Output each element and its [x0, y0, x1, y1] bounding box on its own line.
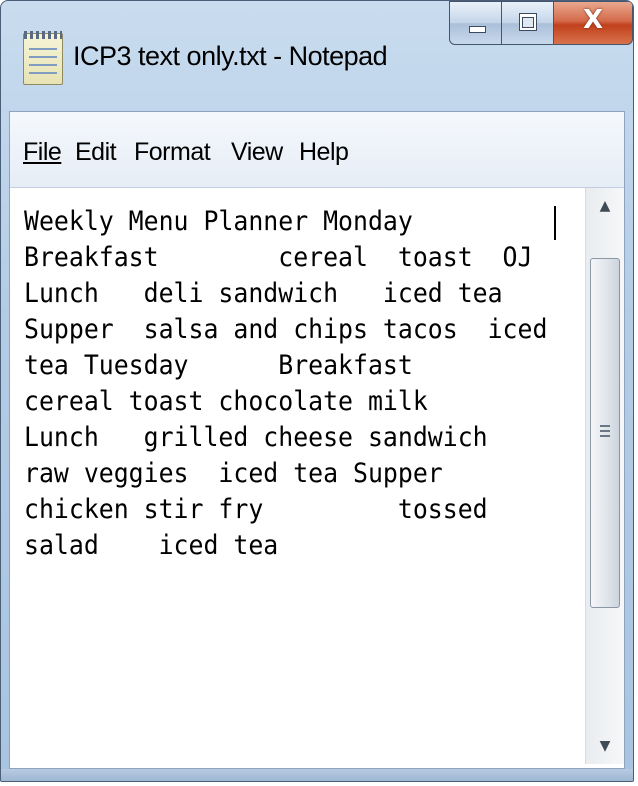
- menu-format-label: Format: [134, 138, 211, 166]
- text-line: salad iced tea: [24, 530, 279, 561]
- text-line: Lunch grilled cheese sandwich: [24, 422, 488, 453]
- title-bar[interactable]: ICP3 text only.txt - Notepad X: [1, 1, 633, 111]
- text-line: Weekly Menu Planner Monday: [24, 206, 413, 237]
- arrow-up-icon[interactable]: ▲: [586, 188, 624, 224]
- close-button[interactable]: X: [553, 1, 633, 45]
- menu-help[interactable]: Help: [299, 138, 349, 167]
- text-line: tea Tuesday Breakfast: [24, 350, 413, 381]
- menu-file-label: File: [23, 138, 62, 166]
- text-line: chicken stir fry tossed: [24, 494, 488, 525]
- text-line: Supper salsa and chips tacos iced: [24, 314, 548, 345]
- text-line: Lunch deli sandwich iced tea: [24, 278, 503, 309]
- client-area: File Edit Format View Help Weekly Menu P…: [9, 111, 625, 769]
- menu-edit-label: Edit: [75, 138, 117, 166]
- menu-bar: File Edit Format View Help: [10, 112, 624, 188]
- menu-file[interactable]: File: [23, 138, 62, 167]
- maximize-button[interactable]: [501, 1, 555, 45]
- text-line: cereal toast chocolate milk: [24, 386, 428, 417]
- arrow-down-icon[interactable]: ▼: [586, 728, 624, 764]
- menu-view-label: View: [231, 138, 283, 166]
- window-title: ICP3 text only.txt - Notepad: [73, 41, 388, 71]
- notepad-window: ICP3 text only.txt - Notepad X File Edit…: [0, 0, 634, 782]
- text-caret: [554, 206, 556, 240]
- grip-icon: [600, 425, 610, 439]
- scrollbar-thumb[interactable]: [590, 258, 620, 608]
- text-editor[interactable]: Weekly Menu Planner Monday Breakfast cer…: [14, 188, 582, 764]
- menu-help-label: Help: [299, 138, 349, 166]
- menu-edit[interactable]: Edit: [75, 138, 117, 167]
- vertical-scrollbar[interactable]: ▲ ▼: [585, 188, 624, 764]
- close-icon: X: [582, 5, 604, 35]
- maximize-icon: [519, 13, 537, 31]
- minimize-icon: [469, 26, 486, 33]
- text-line: raw veggies iced tea Supper: [24, 458, 443, 489]
- text-line: Breakfast cereal toast OJ: [24, 242, 533, 273]
- menu-format[interactable]: Format: [134, 138, 211, 167]
- minimize-button[interactable]: [449, 1, 503, 45]
- menu-view[interactable]: View: [231, 138, 283, 167]
- window-bottom-frame: [1, 769, 633, 781]
- notepad-icon[interactable]: [23, 31, 63, 85]
